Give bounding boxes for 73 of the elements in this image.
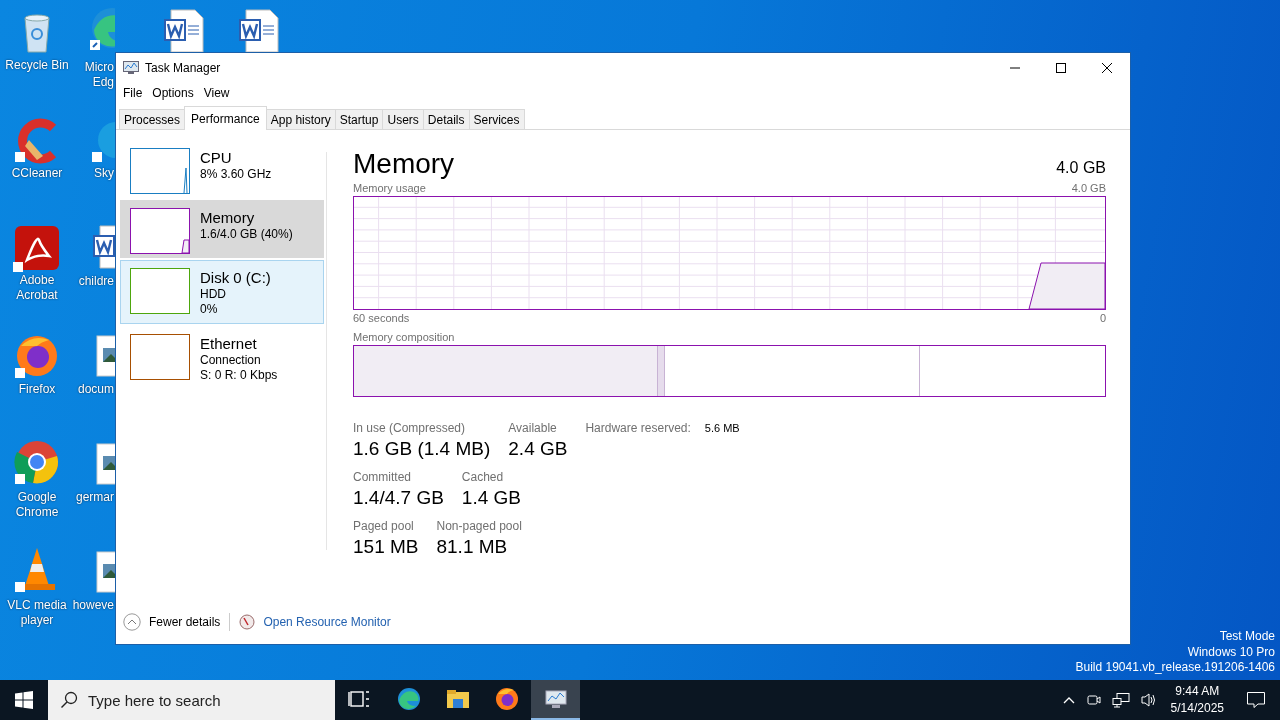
notification-icon[interactable] xyxy=(1246,691,1266,709)
stat-label: In use (Compressed) xyxy=(353,421,467,436)
time-text: 9:44 AM xyxy=(1175,683,1220,700)
graph-time-label: 0 xyxy=(1099,311,1106,326)
resource-item[interactable]: Disk 0 (C:) HDD 0% xyxy=(120,260,324,324)
tab[interactable]: Performance xyxy=(184,106,267,130)
camera-icon[interactable] xyxy=(1085,692,1102,708)
stat-value: 5.6 MB xyxy=(704,421,740,436)
clock[interactable]: 9:44 AM 5/14/2025 xyxy=(1170,683,1224,717)
tab[interactable]: Users xyxy=(382,109,424,129)
os-info-text: Windows 10 Pro xyxy=(1187,644,1275,660)
pdf-icon[interactable] xyxy=(13,224,61,272)
close-icon xyxy=(1101,62,1113,74)
image-file-icon[interactable] xyxy=(95,440,115,488)
chevron-up-icon xyxy=(123,613,141,631)
tab[interactable]: Processes xyxy=(119,109,186,129)
maximize-icon xyxy=(1055,62,1067,74)
stat-label: Hardware reserved: xyxy=(585,421,691,436)
resource-item[interactable]: Memory 1.6/4.0 GB (40%) xyxy=(120,200,324,258)
tab[interactable]: Details xyxy=(422,109,470,129)
monitor-icon xyxy=(123,61,139,75)
stat-label: Available xyxy=(508,421,558,436)
window-title: Task Manager xyxy=(145,61,221,75)
gauge-icon xyxy=(239,614,256,630)
resource-item[interactable]: CPU 8% 3.60 GHz xyxy=(120,140,324,198)
date-text: 5/14/2025 xyxy=(1170,700,1224,717)
resource-name: Memory xyxy=(200,209,256,227)
os-info-text: Build 19041.vb_release.191206-1406 xyxy=(1075,660,1275,676)
graph-time-label: 60 seconds xyxy=(353,311,410,326)
browser-icon xyxy=(395,686,422,712)
menu-item[interactable]: Options xyxy=(147,86,199,100)
resource-detail: Connection xyxy=(200,353,262,368)
stat-value: 81.1 MB xyxy=(436,535,509,559)
image-file-icon[interactable] xyxy=(95,548,115,596)
total-memory: 4.0 GB xyxy=(1056,159,1106,177)
browser-icon[interactable] xyxy=(13,438,61,486)
graph-max-label: 4.0 GB xyxy=(1071,181,1106,196)
stat-value: 1.4/4.7 GB xyxy=(353,486,444,510)
stat-value: 1.4 GB xyxy=(461,486,521,510)
resource-name: Ethernet xyxy=(200,335,258,353)
stat-label: Cached xyxy=(461,470,505,485)
resource-name: CPU xyxy=(200,149,233,167)
tab[interactable]: App history xyxy=(265,109,336,129)
panel-title: Memory xyxy=(353,148,455,180)
fewer-details-button[interactable]: Fewer details xyxy=(123,613,221,631)
search-field[interactable]: Type here to search xyxy=(48,680,335,720)
graph-label: Memory usage xyxy=(353,181,426,196)
resource-detail: HDD xyxy=(200,287,227,302)
menu-item[interactable]: View xyxy=(198,86,235,100)
resource-detail: 8% 3.60 GHz xyxy=(200,167,272,182)
stat-label: Committed xyxy=(353,470,412,485)
image-file-icon[interactable] xyxy=(95,332,115,380)
stat-label: Non-paged pool xyxy=(436,519,522,534)
resource-detail: 0% xyxy=(200,302,219,317)
resource-detail: 1.6/4.0 GB (40%) xyxy=(200,227,293,242)
volume-icon[interactable] xyxy=(1139,692,1158,708)
fox-browser-icon xyxy=(493,686,520,712)
menu-item[interactable]: File xyxy=(118,86,148,100)
resource-name: Disk 0 (C:) xyxy=(200,269,271,287)
stat-value: 151 MB xyxy=(353,535,419,559)
tab[interactable]: Startup xyxy=(334,109,384,129)
stat-value: 2.4 GB xyxy=(508,437,568,461)
resource-item[interactable]: Ethernet Connection S: 0 R: 0 Kbps xyxy=(120,326,324,390)
os-info-text: Test Mode xyxy=(1219,629,1275,645)
resource-detail: S: 0 R: 0 Kbps xyxy=(200,368,278,383)
open-resource-monitor-link[interactable]: Open Resource Monitor xyxy=(263,615,391,629)
stat-label: Paged pool xyxy=(353,519,415,534)
taskbar-app-button[interactable] xyxy=(531,680,580,720)
tab[interactable]: Services xyxy=(468,109,525,129)
stat-value: 1.6 GB (1.4 MB) xyxy=(353,437,491,461)
windows-logo-icon xyxy=(15,691,33,709)
network-icon[interactable] xyxy=(1111,692,1130,708)
composition-label: Memory composition xyxy=(353,330,456,345)
